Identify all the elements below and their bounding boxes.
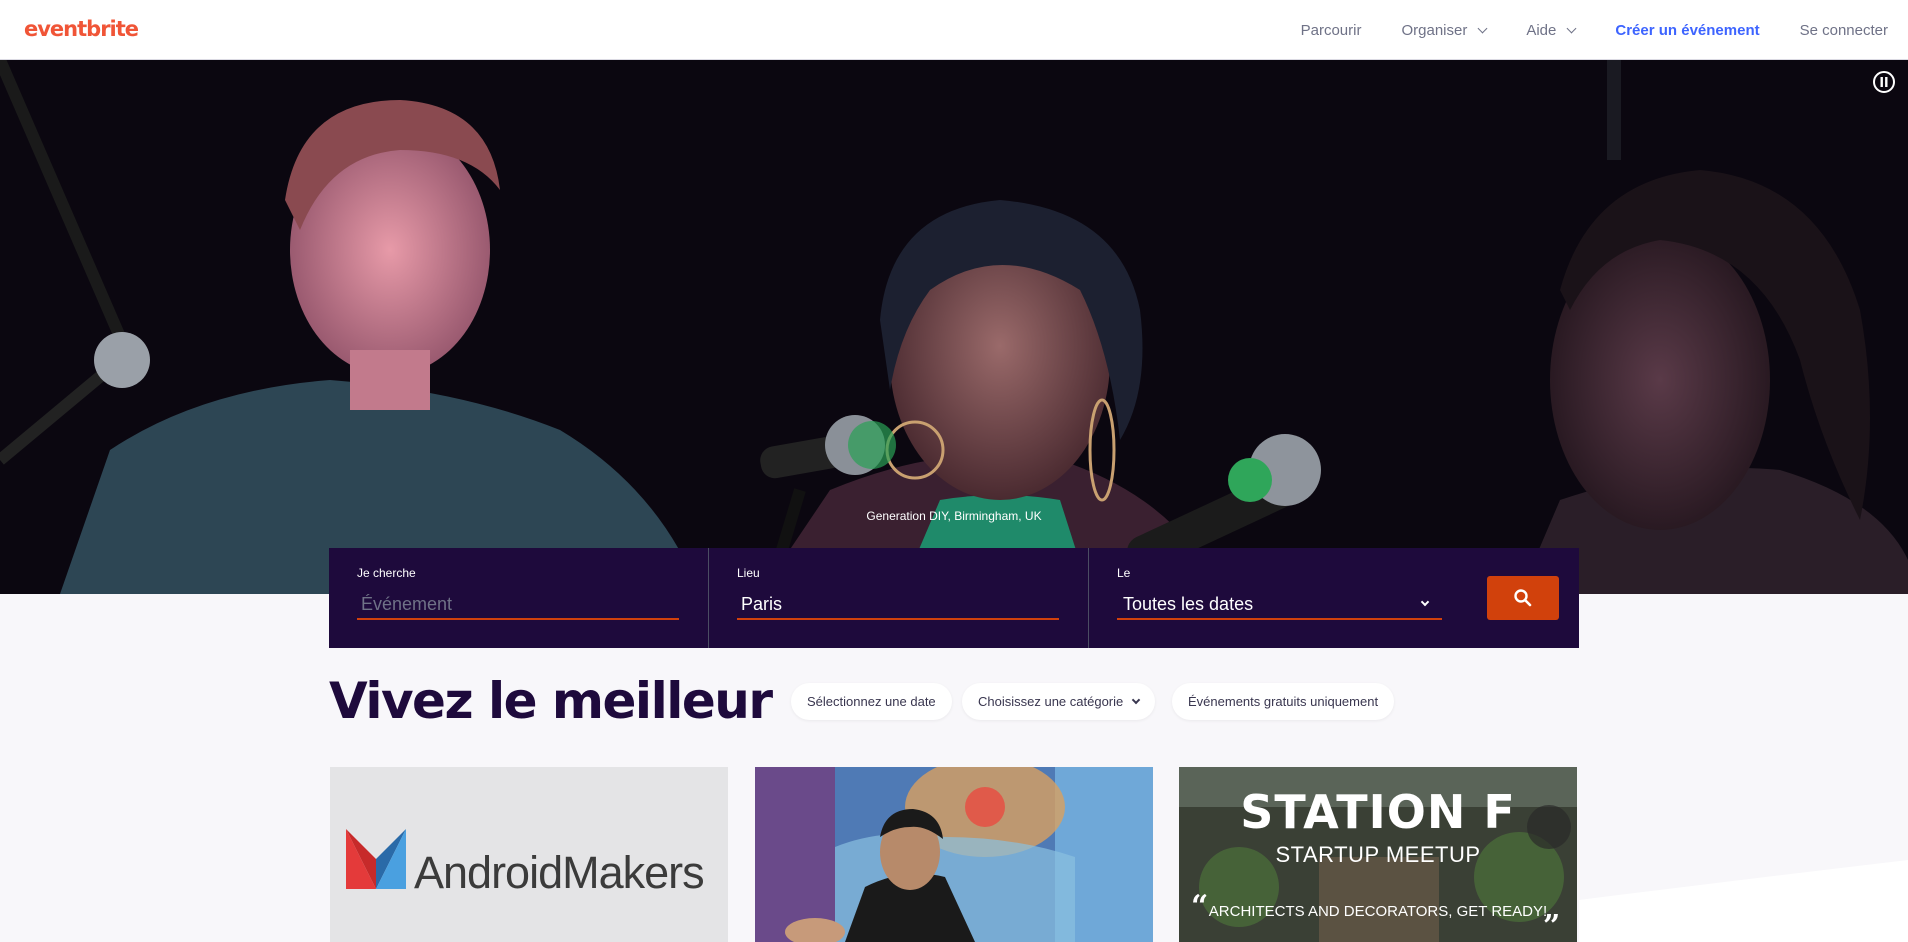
search-submit-button[interactable]: [1487, 576, 1559, 620]
search-where-input[interactable]: [737, 590, 1059, 620]
card-photo: [755, 767, 1153, 942]
card-logo-text: AndroidMakers: [414, 847, 705, 898]
nav-organize[interactable]: Organiser: [1401, 21, 1488, 39]
filter-date-label: Sélectionnez une date: [807, 694, 936, 709]
event-card[interactable]: STATION F STARTUP MEETUP “ ARCHITECTS AN…: [1179, 767, 1577, 942]
search-when-value: Toutes les dates: [1123, 593, 1254, 614]
event-card[interactable]: AndroidMakers: [330, 767, 728, 942]
search-what-field: Je cherche: [329, 548, 709, 648]
nav-help-label: Aide: [1526, 21, 1557, 39]
filter-date-button[interactable]: Sélectionnez une date: [791, 683, 952, 720]
hero-caption: Generation DIY, Birmingham, UK: [866, 509, 1042, 523]
pause-button[interactable]: [1870, 68, 1898, 96]
event-card[interactable]: [755, 767, 1153, 942]
search-when-field: Le Toutes les dates: [1089, 548, 1489, 648]
chevron-down-icon: [1132, 695, 1141, 704]
main-nav: Parcourir Organiser Aide Créer un événem…: [1261, 0, 1888, 60]
hero-banner: Generation DIY, Birmingham, UK: [0, 60, 1908, 594]
chevron-down-icon: [1477, 23, 1488, 33]
pause-icon: [1873, 71, 1895, 93]
chevron-down-icon: [1420, 597, 1430, 607]
filter-free-button[interactable]: Événements gratuits uniquement: [1172, 683, 1395, 720]
search-where-label: Lieu: [737, 566, 760, 580]
nav-login-label: Se connecter: [1799, 21, 1888, 39]
eventbrite-logo[interactable]: eventbrite: [24, 17, 139, 41]
nav-browse[interactable]: Parcourir: [1301, 22, 1362, 39]
card-subtitle: STARTUP MEETUP: [1275, 842, 1481, 867]
page-title: Vivez le meilleur: [329, 672, 773, 730]
filter-free-label: Événements gratuits uniquement: [1188, 694, 1379, 709]
card-quote: ARCHITECTS AND DECORATORS, GET READY!: [1208, 903, 1548, 920]
nav-browse-label: Parcourir: [1300, 21, 1362, 39]
nav-create-event[interactable]: Créer un événement: [1615, 22, 1759, 39]
nav-organize-label: Organiser: [1401, 21, 1468, 39]
filter-category-dropdown[interactable]: Choisissez une catégorie: [962, 683, 1156, 720]
decorative-wave: [1579, 860, 1908, 942]
filter-category-label: Choisissez une catégorie: [978, 694, 1124, 709]
nav-create-event-label: Créer un événement: [1615, 21, 1760, 39]
nav-help[interactable]: Aide: [1526, 21, 1577, 39]
search-icon: [1514, 589, 1532, 607]
card-title: STATION F: [1240, 785, 1516, 839]
search-what-input[interactable]: [357, 590, 679, 620]
search-when-select[interactable]: Toutes les dates: [1117, 590, 1442, 620]
chevron-down-icon: [1566, 23, 1577, 33]
search-where-field: Lieu: [709, 548, 1089, 648]
nav-login[interactable]: Se connecter: [1800, 22, 1888, 39]
top-navigation-bar: eventbrite Parcourir Organiser Aide Crée…: [0, 0, 1908, 60]
search-when-label: Le: [1117, 566, 1131, 580]
search-what-label: Je cherche: [357, 566, 416, 580]
search-bar: Je cherche Lieu Le Toutes les dates: [329, 548, 1579, 648]
close-quote-icon: ”: [1543, 909, 1561, 942]
